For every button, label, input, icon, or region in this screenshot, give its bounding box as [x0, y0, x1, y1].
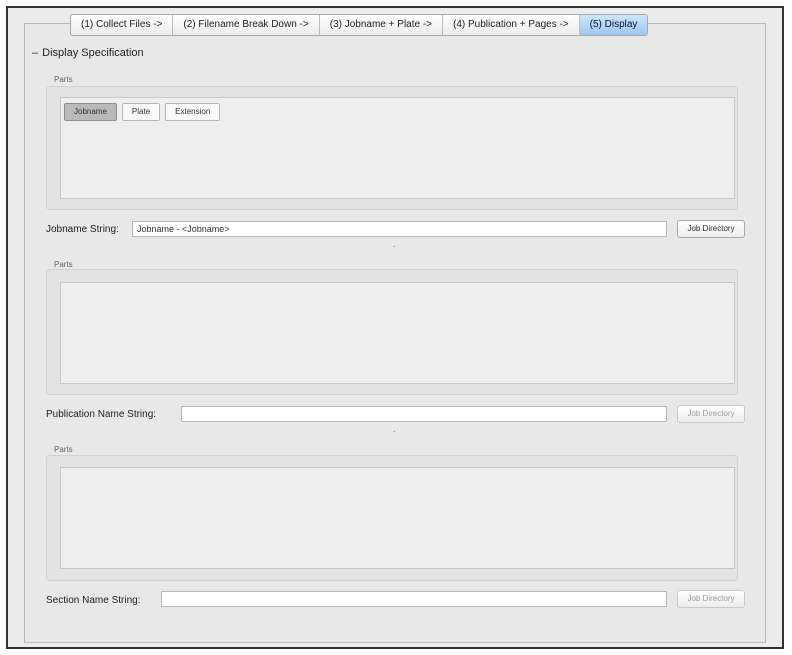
publication-name-string-label: Publication Name String:	[46, 409, 157, 420]
tab-jobname-plate[interactable]: (3) Jobname + Plate ->	[320, 15, 444, 35]
section-name-string-input[interactable]	[161, 591, 667, 607]
step-tab-bar: (1) Collect Files -> (2) Filename Break …	[70, 14, 649, 36]
publication-parts-dropzone[interactable]	[60, 282, 735, 384]
publication-name-string-input[interactable]	[181, 406, 667, 422]
section-name-string-label: Section Name String:	[46, 595, 141, 606]
splitter-handle[interactable]: ˇ	[393, 245, 396, 254]
jobname-string-label: Jobname String:	[46, 224, 119, 235]
splitter-handle[interactable]: ˇ	[393, 430, 396, 439]
jobname-parts-chips: Jobname Plate Extension	[64, 103, 221, 121]
tab-filename-break-down[interactable]: (2) Filename Break Down ->	[173, 15, 320, 35]
jobname-parts-label: Parts	[54, 75, 73, 84]
jobname-job-directory-button[interactable]: Job Directory	[677, 220, 745, 238]
collapse-icon: –	[32, 47, 39, 59]
section-title: Display Specification	[42, 47, 144, 59]
tab-collect-files[interactable]: (1) Collect Files ->	[71, 15, 174, 35]
display-specification-toggle[interactable]: – Display Specification	[32, 47, 144, 59]
publication-parts-label: Parts	[54, 260, 73, 269]
part-chip-plate[interactable]: Plate	[121, 103, 161, 121]
part-chip-jobname[interactable]: Jobname	[64, 103, 117, 121]
tab-publication-pages[interactable]: (4) Publication + Pages ->	[443, 15, 580, 35]
publication-job-directory-button[interactable]: Job Directory	[677, 405, 745, 423]
section-parts-dropzone[interactable]	[60, 467, 735, 569]
tab-display[interactable]: (5) Display	[579, 15, 648, 35]
jobname-string-input[interactable]: Jobname - <Jobname>	[132, 221, 667, 237]
part-chip-extension[interactable]: Extension	[165, 103, 221, 121]
section-parts-label: Parts	[54, 445, 73, 454]
section-job-directory-button[interactable]: Job Directory	[677, 590, 745, 608]
